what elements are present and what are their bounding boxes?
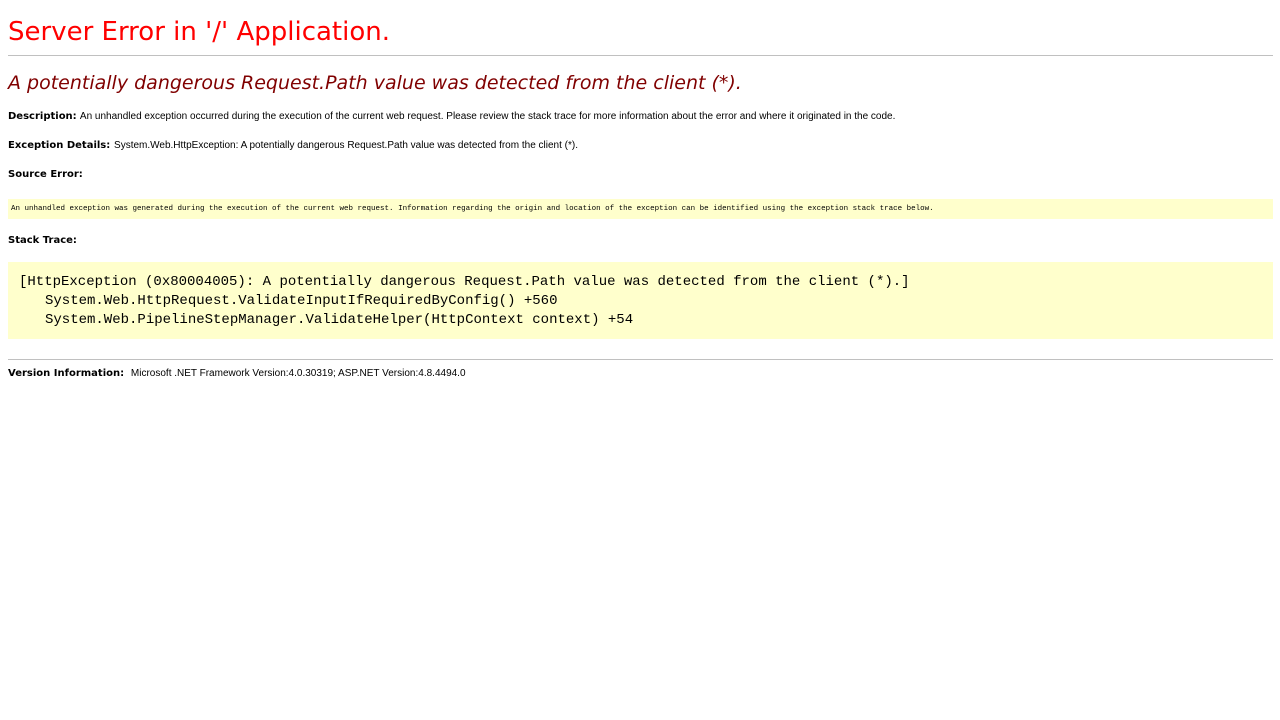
source-error-label: Source Error: (8, 169, 83, 180)
error-heading: A potentially dangerous Request.Path val… (8, 72, 742, 94)
version-info-label: Version Information: (8, 368, 125, 379)
description-section: Description: An unhandled exception occu… (8, 110, 1273, 124)
stack-trace-label: Stack Trace: (8, 235, 77, 246)
exception-details-section: Exception Details: System.Web.HttpExcept… (8, 139, 1273, 153)
description-text: An unhandled exception occurred during t… (79, 111, 896, 122)
source-error-box: An unhandled exception was generated dur… (8, 199, 1273, 219)
version-info-text: Microsoft .NET Framework Version:4.0.303… (130, 368, 466, 379)
stack-trace-line: System.Web.HttpRequest.ValidateInputIfRe… (45, 293, 558, 309)
version-info-section: Version Information: Microsoft .NET Fram… (8, 367, 1273, 381)
exception-details-text: System.Web.HttpException: A potentially … (114, 140, 578, 151)
stack-trace-line: [HttpException (0x80004005): A potential… (19, 274, 910, 290)
stack-trace-box: [HttpException (0x80004005): A potential… (8, 262, 1273, 339)
stack-trace-line: System.Web.PipelineStepManager.ValidateH… (45, 312, 634, 328)
title-divider (8, 55, 1273, 56)
exception-details-label: Exception Details: (8, 140, 111, 151)
description-label: Description: (8, 111, 77, 122)
version-divider (8, 359, 1273, 360)
page-title: Server Error in '/' Application. (8, 17, 390, 47)
stack-trace-section: Stack Trace: (8, 234, 1273, 248)
error-page: Server Error in '/' Application. A poten… (0, 0, 1280, 720)
source-error-text: An unhandled exception was generated dur… (11, 205, 934, 213)
source-error-section: Source Error: (8, 168, 1273, 182)
